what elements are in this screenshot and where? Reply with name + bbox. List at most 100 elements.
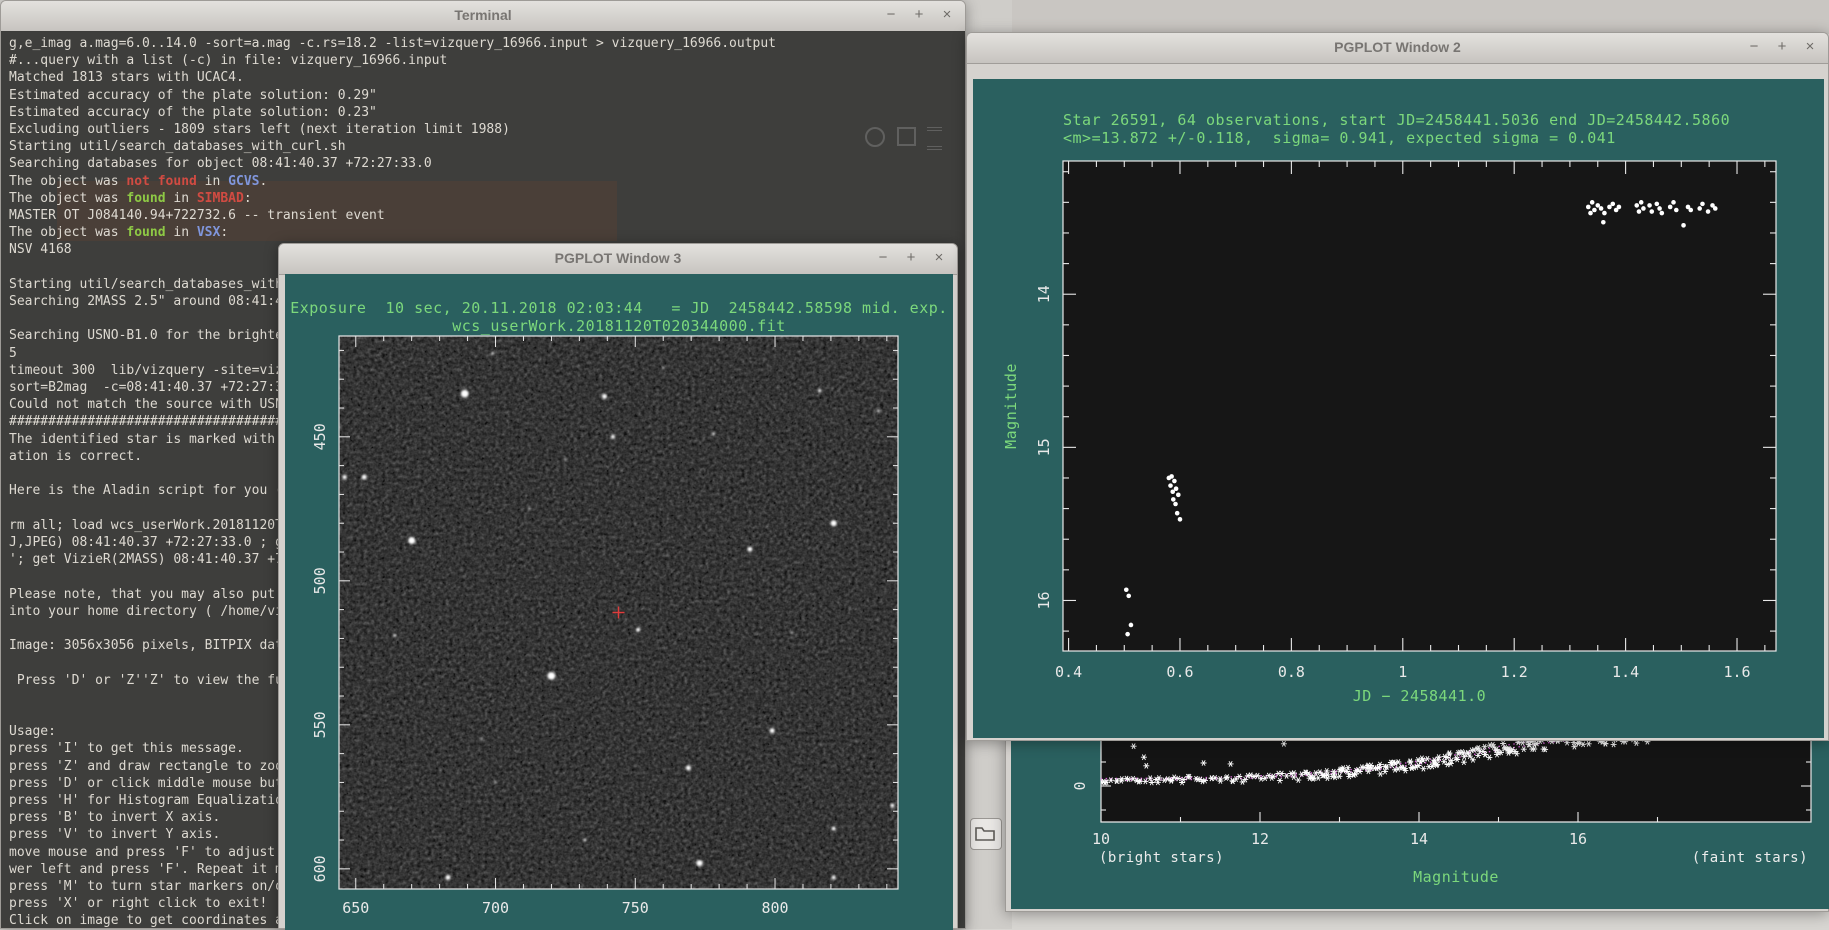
minimize-button[interactable]: − — [873, 248, 893, 268]
lightcurve-xlabel: JD − 2458441.0 — [1063, 687, 1776, 705]
star-marker — [1062, 776, 1068, 781]
data-point — [1601, 220, 1606, 225]
star — [408, 537, 415, 544]
data-point — [1588, 211, 1593, 216]
pgplot-window-3: PGPLOT Window 3 − + × Exposure 10 sec, 2… — [278, 243, 958, 929]
background-strip-top-right — [966, 0, 1829, 34]
data-point — [1647, 203, 1652, 208]
data-point — [1610, 202, 1615, 207]
terminal-titlebar[interactable]: Terminal − + × — [1, 1, 965, 32]
plot-frame — [1063, 161, 1776, 651]
star-marker — [1011, 777, 1012, 782]
data-point — [1617, 205, 1622, 210]
star-marker — [1011, 775, 1017, 780]
data-point — [1688, 208, 1693, 213]
x-tick-label: 1.4 — [1612, 663, 1639, 681]
star — [877, 410, 880, 413]
data-point — [1706, 209, 1711, 214]
y-tick-label: 550 — [311, 711, 329, 738]
pgplot3-title: PGPLOT Window 3 — [279, 250, 957, 266]
star — [697, 860, 703, 866]
data-point — [1634, 203, 1639, 208]
minimize-button[interactable]: − — [881, 5, 901, 25]
star-marker — [1050, 778, 1056, 783]
data-point — [1697, 206, 1702, 211]
terminal-line: #...query with a list (-c) in file: vizq… — [9, 52, 965, 69]
data-point — [1671, 200, 1676, 205]
star-marker — [1081, 777, 1087, 782]
data-point — [1129, 623, 1134, 628]
data-point — [1713, 206, 1718, 211]
star — [712, 433, 715, 436]
star-marker — [1033, 777, 1039, 782]
data-point — [1700, 202, 1705, 207]
data-point — [1586, 205, 1591, 210]
y-tick-label: 450 — [311, 423, 329, 450]
starfield-image[interactable]: 650700750800450500550600 — [285, 274, 953, 930]
x-tick-label: 14 — [1410, 830, 1428, 848]
data-point — [1171, 497, 1176, 502]
data-point — [1172, 479, 1177, 484]
star-marker — [1091, 776, 1097, 781]
x-tick-label: 1.6 — [1723, 663, 1750, 681]
star — [818, 389, 821, 392]
y-tick-label: 14 — [1035, 285, 1053, 303]
lightcurve-ylabel: Magnitude — [1002, 306, 1020, 506]
data-point — [1649, 209, 1654, 214]
data-point — [1125, 632, 1130, 637]
star — [564, 459, 566, 461]
data-point — [1168, 483, 1173, 488]
close-button[interactable]: × — [929, 248, 949, 268]
data-point — [1175, 511, 1180, 516]
terminal-line: The object was not found in GCVS. — [9, 173, 965, 190]
pgplot-window-1: 101214160 (bright stars) (faint stars) M… — [1005, 733, 1829, 912]
x-tick-label: 700 — [482, 899, 509, 917]
star — [635, 522, 637, 524]
data-point — [1176, 493, 1181, 498]
star-marker — [1064, 776, 1070, 781]
calibration-xlabel: Magnitude — [1101, 868, 1811, 886]
x-tick-label: 1.2 — [1501, 663, 1528, 681]
maximize-button[interactable]: + — [1772, 37, 1792, 57]
star — [362, 475, 367, 480]
maximize-button[interactable]: + — [901, 248, 921, 268]
terminal-line: g,e_imag a.mag=6.0..14.0 -sort=a.mag -c.… — [9, 35, 965, 52]
data-point — [1660, 211, 1665, 216]
pgplot2-titlebar[interactable]: PGPLOT Window 2 − + × — [967, 33, 1828, 64]
star-marker — [1021, 777, 1027, 782]
plot-background — [1101, 738, 1811, 822]
terminal-line: MASTER OT J084140.94+722732.6 -- transie… — [9, 207, 965, 224]
star — [491, 352, 494, 355]
star — [481, 738, 483, 740]
data-point — [1674, 208, 1679, 213]
pgplot3-canvas: Exposure 10 sec, 20.11.2018 02:03:44 = J… — [285, 274, 953, 930]
close-button[interactable]: × — [1800, 37, 1820, 57]
y-tick-label: 15 — [1035, 438, 1053, 456]
star-marker — [1084, 776, 1090, 781]
close-button[interactable]: × — [937, 5, 957, 25]
terminal-title: Terminal — [1, 7, 965, 23]
desktop: Terminal − + × g,e_imag a.mag=6.0..14.0 … — [0, 0, 1829, 929]
star — [770, 728, 775, 733]
terminal-line: Estimated accuracy of the plate solution… — [9, 87, 965, 104]
star-marker — [1018, 778, 1024, 783]
data-point — [1174, 486, 1179, 491]
data-point — [1124, 587, 1129, 592]
x-tick-label: 12 — [1251, 830, 1269, 848]
taskbar-folder-button[interactable] — [970, 818, 1002, 850]
pgplot2-title: PGPLOT Window 2 — [967, 39, 1828, 55]
terminal-line: Estimated accuracy of the plate solution… — [9, 104, 965, 121]
maximize-button[interactable]: + — [909, 5, 929, 25]
x-tick-label: 16 — [1569, 830, 1587, 848]
terminal-line: Excluding outliers - 1809 stars left (ne… — [9, 121, 965, 138]
star — [342, 475, 346, 479]
star-marker — [1088, 779, 1094, 784]
pgplot3-titlebar[interactable]: PGPLOT Window 3 − + × — [279, 244, 957, 275]
x-tick-label: 10 — [1092, 830, 1110, 848]
star — [602, 394, 607, 399]
star — [890, 804, 894, 808]
pgplot1-canvas: 101214160 (bright stars) (faint stars) M… — [1011, 738, 1829, 909]
minimize-button[interactable]: − — [1744, 37, 1764, 57]
star-marker — [1058, 776, 1064, 781]
star — [832, 876, 836, 880]
